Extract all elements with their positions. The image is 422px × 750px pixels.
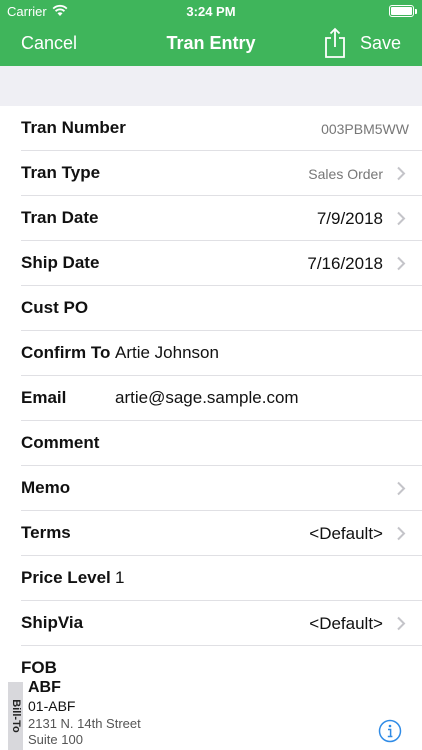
tran-type-value: Sales Order — [308, 166, 383, 182]
bill-to-tab[interactable]: Bill-To — [8, 682, 23, 750]
share-icon[interactable] — [322, 27, 348, 59]
bill-to-address-line2: Suite 100 — [28, 732, 83, 747]
bill-to-address-card[interactable]: Bill-To ABF 01-ABF 2131 N. 14th Street S… — [0, 675, 422, 750]
bill-to-code: 01-ABF — [28, 698, 76, 714]
ship-via-label: ShipVia — [21, 613, 84, 632]
ship-date-value: 7/16/2018 — [307, 254, 383, 273]
field-row-price-level[interactable]: Price Level 1 — [0, 556, 422, 601]
field-row-confirm-to[interactable]: Confirm To Artie Johnson — [0, 331, 422, 376]
tran-number-label: Tran Number — [21, 118, 126, 137]
tran-date-value: 7/9/2018 — [316, 209, 383, 228]
ship-via-value: <Default> — [309, 614, 383, 633]
chevron-right-icon — [397, 526, 406, 541]
field-row-memo[interactable]: Memo — [0, 466, 422, 511]
terms-value: <Default> — [309, 524, 383, 543]
chevron-right-icon — [397, 256, 406, 271]
page-title: Tran Entry — [166, 33, 256, 53]
tran-date-label: Tran Date — [21, 208, 99, 227]
price-level-input[interactable]: 1 — [115, 568, 124, 588]
navigation-bar: Cancel Tran Entry Save — [0, 22, 422, 66]
battery-icon — [389, 5, 417, 17]
confirm-to-label: Confirm To — [21, 343, 111, 362]
bill-to-name: ABF — [28, 679, 61, 696]
field-row-ship-via[interactable]: ShipVia <Default> — [0, 601, 422, 646]
chevron-right-icon — [397, 211, 406, 226]
info-icon[interactable] — [378, 719, 402, 743]
chevron-right-icon — [397, 616, 406, 631]
section-spacer — [0, 66, 422, 106]
email-input[interactable]: artie@sage.sample.com — [115, 388, 299, 408]
field-row-tran-type[interactable]: Tran Type Sales Order — [0, 151, 422, 196]
ship-date-label: Ship Date — [21, 253, 100, 272]
chevron-right-icon — [397, 166, 406, 181]
field-row-tran-number: Tran Number 003PBM5WW — [0, 106, 422, 151]
tran-type-label: Tran Type — [21, 163, 101, 182]
field-row-comment[interactable]: Comment — [0, 421, 422, 466]
comment-label: Comment — [21, 433, 100, 452]
memo-label: Memo — [21, 478, 71, 497]
field-row-tran-date[interactable]: Tran Date 7/9/2018 — [0, 196, 422, 241]
field-row-email[interactable]: Email artie@sage.sample.com — [0, 376, 422, 421]
email-label: Email — [21, 388, 67, 407]
cust-po-label: Cust PO — [21, 298, 89, 317]
price-level-label: Price Level — [21, 568, 111, 587]
confirm-to-input[interactable]: Artie Johnson — [115, 343, 219, 363]
tran-number-value: 003PBM5WW — [321, 121, 409, 137]
bill-to-address-line1: 2131 N. 14th Street — [28, 716, 141, 731]
field-row-cust-po[interactable]: Cust PO — [0, 286, 422, 331]
bill-to-tab-label: Bill-To — [9, 699, 22, 733]
terms-label: Terms — [21, 523, 71, 542]
field-row-terms[interactable]: Terms <Default> — [0, 511, 422, 556]
field-row-ship-date[interactable]: Ship Date 7/16/2018 — [0, 241, 422, 286]
chevron-right-icon — [397, 481, 406, 496]
save-button[interactable]: Save — [360, 33, 401, 54]
status-bar: Carrier 3:24 PM — [0, 0, 422, 22]
status-time: 3:24 PM — [186, 4, 236, 19]
